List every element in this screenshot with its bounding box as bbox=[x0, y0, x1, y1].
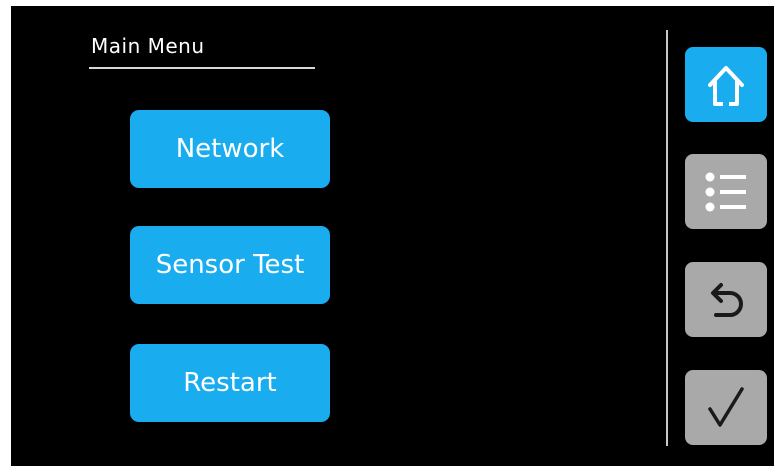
confirm-button[interactable] bbox=[685, 370, 767, 445]
sidebar-divider bbox=[666, 30, 668, 446]
back-button[interactable] bbox=[685, 262, 767, 337]
page-title: Main Menu bbox=[91, 34, 205, 58]
list-button[interactable] bbox=[685, 154, 767, 229]
network-button[interactable]: Network bbox=[130, 110, 330, 188]
home-icon bbox=[698, 59, 754, 111]
back-arrow-icon bbox=[698, 273, 754, 327]
restart-button[interactable]: Restart bbox=[130, 344, 330, 422]
sensor-test-button[interactable]: Sensor Test bbox=[130, 226, 330, 304]
home-button[interactable] bbox=[685, 47, 767, 122]
device-screen: Main Menu Network Sensor Test Restart bbox=[11, 6, 774, 466]
checkmark-icon bbox=[698, 381, 754, 435]
title-underline bbox=[89, 67, 315, 69]
list-icon bbox=[698, 165, 754, 219]
